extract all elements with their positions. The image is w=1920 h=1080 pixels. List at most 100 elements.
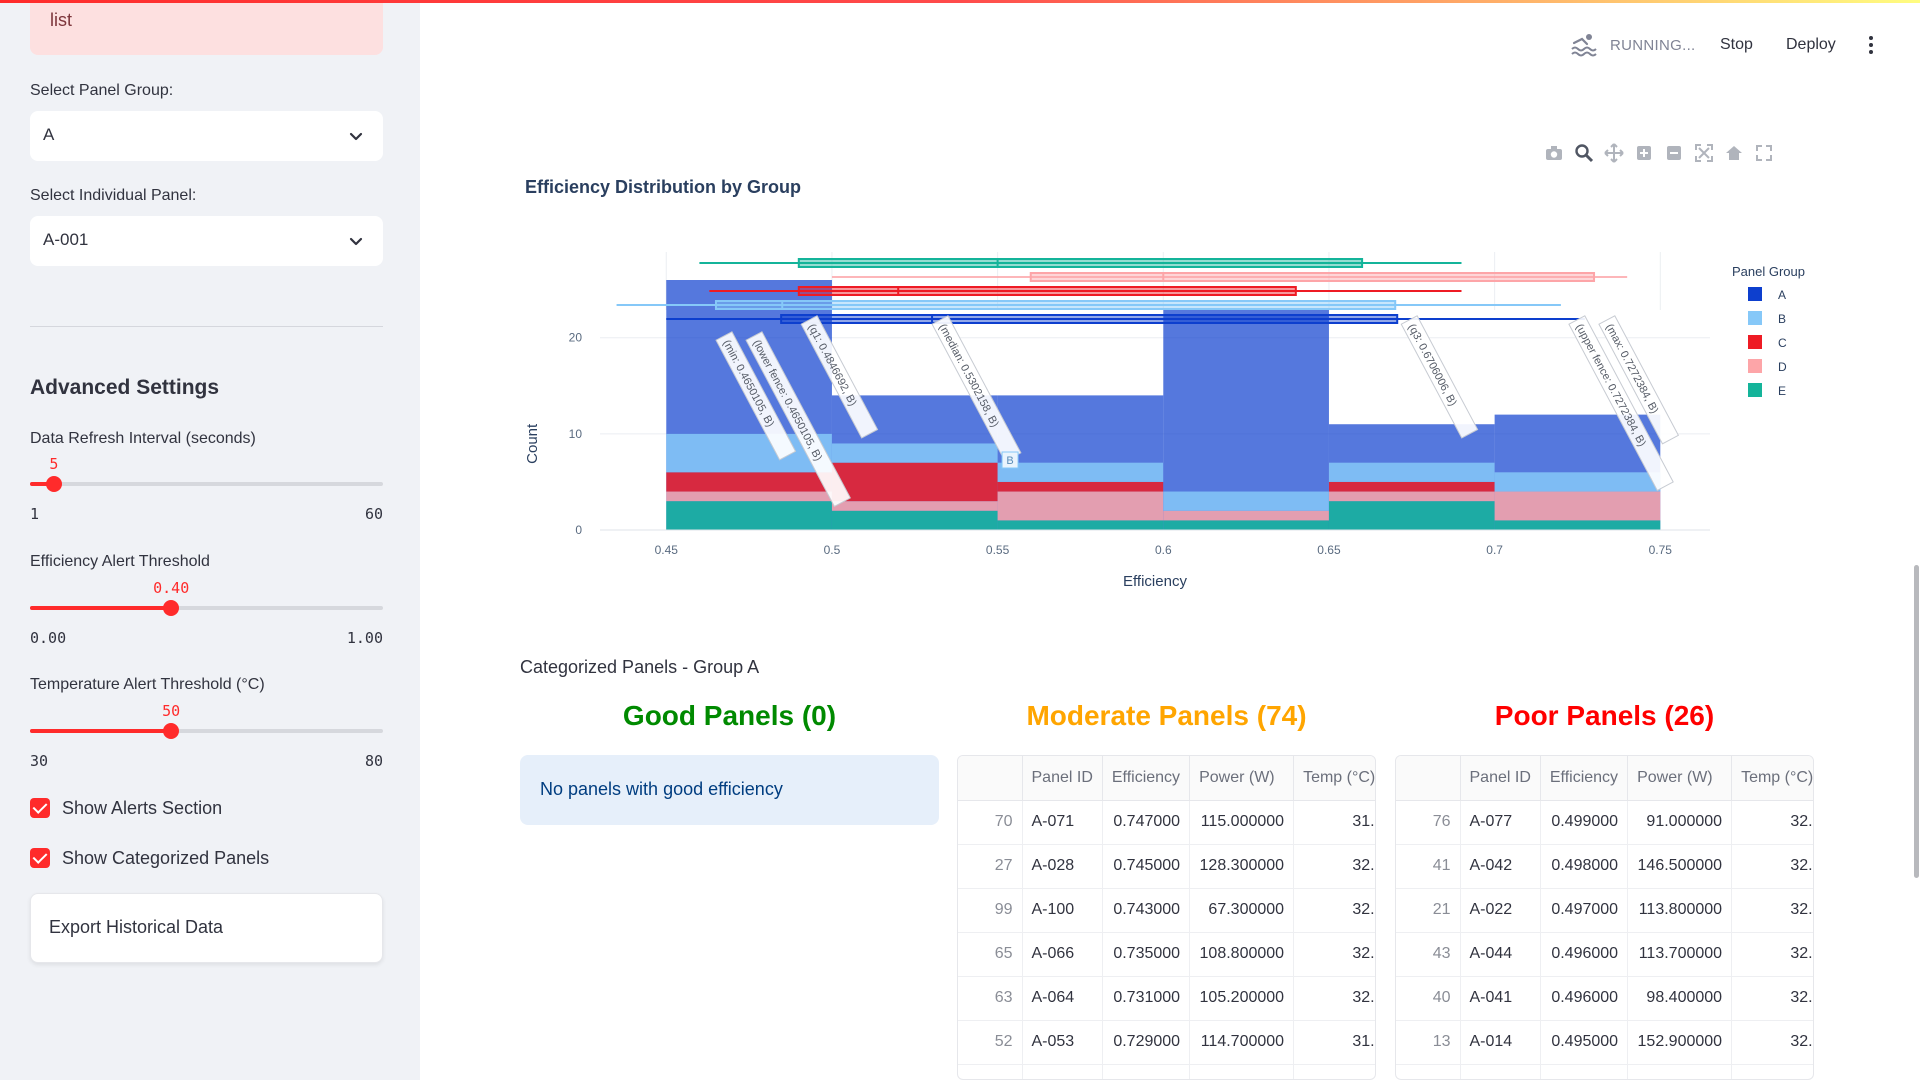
histogram-bar-C[interactable] (1328, 481, 1495, 492)
table-cell-temp[interactable]: 32.200000 (1731, 800, 1813, 845)
table-cell-panel-id[interactable]: A-041 (1460, 976, 1541, 1021)
histogram-bar-C[interactable] (997, 481, 1164, 492)
table-cell-index[interactable]: 99 (958, 888, 1023, 933)
histogram-bar-B[interactable] (831, 443, 998, 463)
table-cell-efficiency[interactable]: 0.745000 (1102, 844, 1191, 889)
table-header-power[interactable]: Power (W) (1627, 756, 1733, 801)
histogram-bar-D[interactable] (666, 491, 832, 502)
home-icon[interactable] (1724, 143, 1744, 163)
table-cell-power[interactable]: 128.300000 (1189, 844, 1295, 889)
table-cell-power[interactable]: 108.800000 (1189, 932, 1295, 977)
table-cell-index[interactable] (958, 1064, 1023, 1079)
table-cell-efficiency[interactable]: 0.496000 (1540, 932, 1629, 977)
table-cell-power[interactable] (1189, 1064, 1295, 1079)
slider-thumb[interactable] (45, 476, 62, 492)
table-cell-temp[interactable] (1731, 1064, 1813, 1079)
histogram-bar-D[interactable] (997, 491, 1164, 521)
efficiency-distribution-chart[interactable]: 010200.45 0.5 0.55 0.6 0.65 0.7 0.75(min: 0.46… (520, 240, 1820, 600)
table-cell-temp[interactable] (1293, 1064, 1375, 1079)
table-cell-panel-id[interactable]: A-028 (1022, 844, 1103, 889)
boxplot-box-A[interactable] (780, 314, 1399, 324)
table-cell-index[interactable]: 52 (958, 1020, 1023, 1065)
histogram-bar-E[interactable] (997, 520, 1164, 530)
legend-label-C[interactable]: C (1778, 336, 1787, 350)
table-cell-index[interactable]: 13 (1396, 1020, 1461, 1065)
table-row[interactable]: 27A-0280.745000128.30000032.000000 (958, 844, 1375, 889)
checkbox-checked-icon[interactable] (30, 848, 50, 868)
table-cell-efficiency[interactable]: 0.743000 (1102, 888, 1191, 933)
checkbox-checked-icon[interactable] (30, 798, 50, 818)
page-scrollbar[interactable] (1914, 565, 1919, 878)
table-header-efficiency[interactable]: Efficiency (1102, 756, 1191, 801)
histogram-bar-C[interactable] (666, 472, 832, 492)
zoom-in-icon[interactable] (1634, 143, 1654, 163)
table-cell-temp[interactable]: 32.300000 (1293, 976, 1375, 1021)
histogram-bar-E[interactable] (1163, 520, 1329, 530)
temperature-threshold-slider[interactable]: 50 30 80 (30, 702, 383, 770)
table-row[interactable]: 76A-0770.49900091.00000032.200000 (1396, 800, 1813, 845)
table-cell-power[interactable]: 115.000000 (1189, 800, 1295, 845)
table-cell-temp[interactable]: 32.200000 (1293, 932, 1375, 977)
table-cell-index[interactable]: 65 (958, 932, 1023, 977)
histogram-bar-B[interactable] (1494, 472, 1661, 492)
table-cell-index[interactable]: 76 (1396, 800, 1461, 845)
slider-thumb[interactable] (163, 600, 180, 616)
export-historical-data-button[interactable]: Export Historical Data (30, 893, 383, 963)
zoom-icon[interactable] (1574, 143, 1594, 163)
poor-panels-table[interactable]: Panel ID Efficiency Power (W) Temp (°C) … (1395, 755, 1814, 1080)
histogram-bar-D[interactable] (1163, 510, 1329, 521)
histogram-bar-B[interactable] (1163, 491, 1329, 511)
histogram-bar-E[interactable] (666, 501, 832, 530)
legend-swatch-B[interactable] (1748, 311, 1762, 325)
show-categorized-checkbox[interactable]: Show Categorized Panels (30, 846, 269, 870)
zoom-out-icon[interactable] (1664, 143, 1684, 163)
panel-group-select[interactable]: A (30, 111, 383, 161)
table-cell-panel-id[interactable]: A-042 (1460, 844, 1541, 889)
table-cell-panel-id[interactable]: A-022 (1460, 888, 1541, 933)
boxplot-box-B[interactable] (714, 300, 1397, 310)
table-cell-panel-id[interactable] (1022, 1064, 1103, 1079)
camera-icon[interactable] (1544, 143, 1564, 163)
table-cell-panel-id[interactable] (1460, 1064, 1541, 1079)
table-cell-temp[interactable]: 32.100000 (1731, 976, 1813, 1021)
histogram-bar-D[interactable] (1328, 491, 1495, 502)
table-cell-efficiency[interactable]: 0.495000 (1540, 1020, 1629, 1065)
legend-label-B[interactable]: B (1778, 312, 1786, 326)
table-cell-panel-id[interactable]: A-071 (1022, 800, 1103, 845)
table-row[interactable]: 13A-0140.495000152.90000032.200000 (1396, 1020, 1813, 1065)
table-header-panel-id[interactable]: Panel ID (1022, 756, 1103, 801)
table-cell-temp[interactable]: 32.300000 (1731, 888, 1813, 933)
table-cell-index[interactable]: 40 (1396, 976, 1461, 1021)
table-header-power[interactable]: Power (W) (1189, 756, 1295, 801)
histogram-bar-B[interactable] (997, 462, 1164, 482)
legend-label-E[interactable]: E (1778, 384, 1786, 398)
table-cell-temp[interactable]: 32.200000 (1731, 932, 1813, 977)
table-cell-panel-id[interactable]: A-014 (1460, 1020, 1541, 1065)
table-cell-index[interactable]: 27 (958, 844, 1023, 889)
table-row[interactable] (958, 1064, 1375, 1079)
table-cell-panel-id[interactable]: A-064 (1022, 976, 1103, 1021)
table-row[interactable]: 70A-0710.747000115.00000031.700000 (958, 800, 1375, 845)
table-cell-efficiency[interactable]: 0.735000 (1102, 932, 1191, 977)
table-cell-panel-id[interactable]: A-053 (1022, 1020, 1103, 1065)
legend-swatch-A[interactable] (1748, 287, 1762, 301)
legend-swatch-C[interactable] (1748, 335, 1762, 349)
table-cell-power[interactable]: 105.200000 (1189, 976, 1295, 1021)
moderate-panels-table[interactable]: Panel ID Efficiency Power (W) Temp (°C) … (957, 755, 1376, 1080)
table-header-index[interactable] (1396, 756, 1461, 801)
table-cell-index[interactable]: 41 (1396, 844, 1461, 889)
table-header-efficiency[interactable]: Efficiency (1540, 756, 1629, 801)
table-cell-efficiency[interactable]: 0.498000 (1540, 844, 1629, 889)
show-alerts-checkbox[interactable]: Show Alerts Section (30, 796, 222, 820)
main-menu-button[interactable] (1865, 30, 1877, 60)
histogram-bar-B[interactable] (1328, 462, 1495, 482)
table-cell-efficiency[interactable]: 0.497000 (1540, 888, 1629, 933)
table-cell-power[interactable]: 98.400000 (1627, 976, 1733, 1021)
table-row[interactable]: 99A-1000.74300067.30000032.200000 (958, 888, 1375, 933)
table-cell-power[interactable]: 91.000000 (1627, 800, 1733, 845)
table-cell-efficiency[interactable]: 0.731000 (1102, 976, 1191, 1021)
table-cell-efficiency[interactable]: 0.499000 (1540, 800, 1629, 845)
boxplot-box-E[interactable] (797, 258, 1364, 268)
legend-swatch-E[interactable] (1748, 383, 1762, 397)
table-row[interactable]: 52A-0530.729000114.70000031.800000 (958, 1020, 1375, 1065)
